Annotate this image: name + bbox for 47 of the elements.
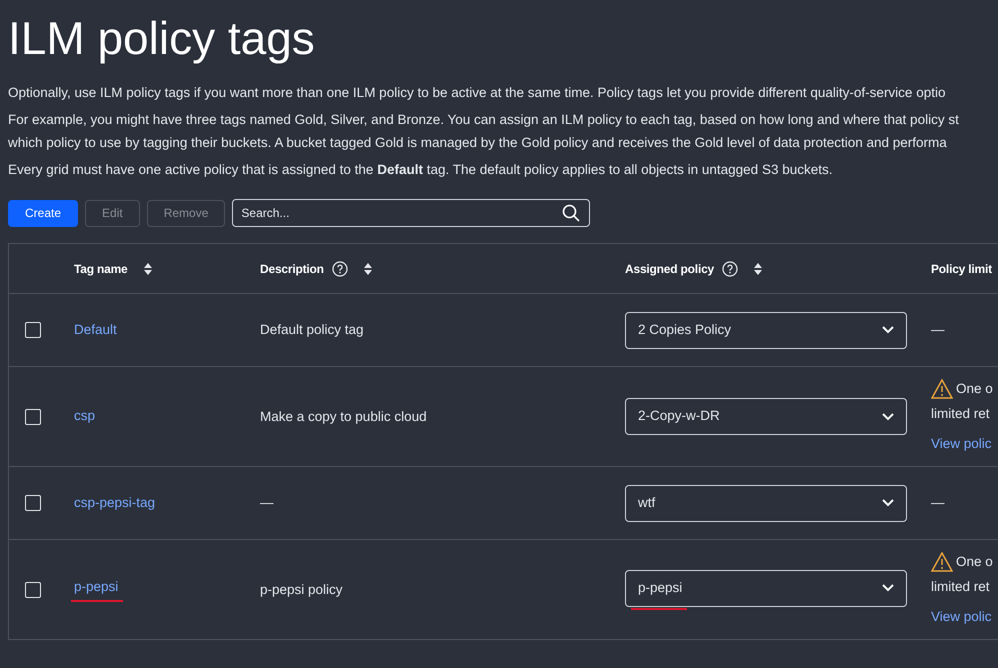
limit-warning-text: One o <box>956 380 993 398</box>
policy-select[interactable]: wtf <box>625 484 907 522</box>
policy-select[interactable]: 2 Copies Policy <box>625 312 907 348</box>
sort-icon[interactable] <box>754 262 762 274</box>
intro-text: For example, you might have three tags named Gold, Silver, and Bronze. You can assign an ILM policy to each tag, based on how long and where that policy st <box>8 111 959 129</box>
intro-text: Optionally, use ILM policy tags if you want more than one ILM policy to be active at the same time. Policy tags let you provide different quality-of-service optio <box>8 84 946 102</box>
row-checkbox[interactable] <box>25 408 41 424</box>
description-text: Default policy tag <box>260 322 364 337</box>
page-title: ILM policy tags <box>8 11 315 66</box>
tag-link[interactable]: csp-pepsi-tag <box>74 492 156 514</box>
column-header: Tag name <box>74 260 128 278</box>
search-field[interactable]: Search... <box>232 199 590 227</box>
help-icon[interactable] <box>332 260 348 276</box>
description-text: p-pepsi policy <box>260 582 343 596</box>
column-header: Policy limit <box>931 260 992 278</box>
chevron-down-icon <box>882 499 894 507</box>
limit-warning-text: limited ret <box>931 405 991 424</box>
warning-icon <box>931 552 953 572</box>
help-icon[interactable] <box>722 260 738 276</box>
limit-warning-text: One o <box>956 553 993 572</box>
column-header: Description <box>260 260 324 278</box>
row-checkbox[interactable] <box>25 582 41 598</box>
sort-icon[interactable] <box>144 262 152 274</box>
limit-text: — <box>931 495 944 510</box>
intro-text: which policy to use by tagging their buckets. A bucket tagged Gold is managed by the Gold policy and receives the Gold level of data protection and performa <box>8 134 947 152</box>
tag-link[interactable]: Default <box>74 320 117 340</box>
chevron-down-icon <box>882 412 894 420</box>
row-checkbox[interactable] <box>25 495 41 511</box>
column-header: Assigned policy <box>625 260 714 278</box>
chevron-down-icon <box>882 326 894 334</box>
chevron-down-icon <box>882 584 894 592</box>
tag-link[interactable]: p-pepsi <box>74 577 118 598</box>
policy-select[interactable]: 2-Copy-w-DR <box>625 398 907 435</box>
limit-warning-text: limited ret <box>931 578 991 596</box>
description-text: — <box>260 495 274 510</box>
warning-icon <box>931 379 953 400</box>
toolbar-button[interactable]: Create <box>8 200 78 226</box>
sort-icon[interactable] <box>364 262 372 274</box>
policy-select[interactable]: p-pepsi <box>625 570 907 606</box>
view-policy-link[interactable]: View polic <box>931 606 998 627</box>
description-text: Make a copy to public cloud <box>260 408 427 424</box>
intro-text: Every grid must have one active policy that is assigned to the Default tag. The default policy applies to all objects in untagged S3 buckets. <box>8 161 832 179</box>
search-icon[interactable] <box>562 204 580 222</box>
row-checkbox[interactable] <box>25 322 41 338</box>
tag-link[interactable]: csp <box>74 406 96 427</box>
view-policy-link[interactable]: View polic <box>931 434 998 454</box>
limit-text: — <box>931 322 944 337</box>
